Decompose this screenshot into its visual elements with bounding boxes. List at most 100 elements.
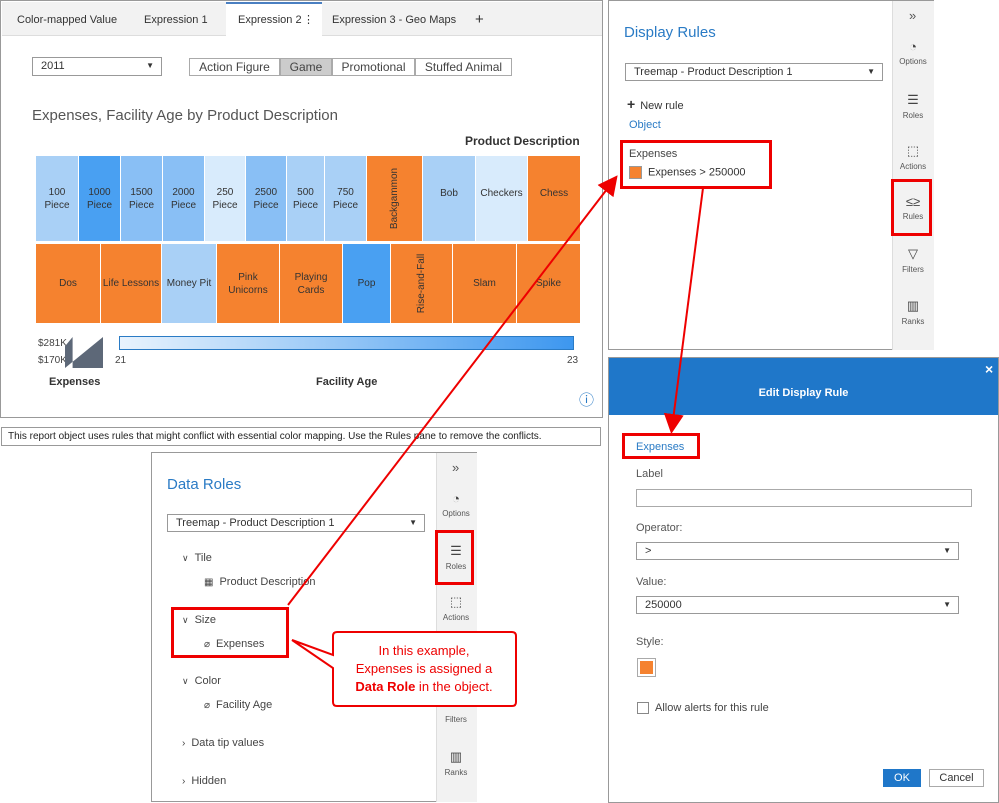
tile-label: Slam xyxy=(473,278,496,289)
tile-chess[interactable]: Chess xyxy=(528,156,580,241)
tile-spike[interactable]: Spike xyxy=(517,244,580,323)
tile-label: Backgammon xyxy=(389,167,401,230)
tab-expression-2[interactable]: Expression 2 ⋮ xyxy=(226,2,322,36)
close-icon[interactable]: × xyxy=(985,361,993,377)
tile-pop[interactable]: Pop xyxy=(343,244,390,323)
chevron-down-icon: ▼ xyxy=(943,600,951,609)
value-select[interactable]: 250000 ▼ xyxy=(636,596,959,614)
tab-color-mapped-value[interactable]: Color-mapped Value xyxy=(5,2,129,36)
tile-bob[interactable]: Bob xyxy=(423,156,475,241)
measure-icon: ⌀ xyxy=(204,700,211,711)
size-legend-shape xyxy=(65,337,103,368)
button-game[interactable]: Game xyxy=(280,58,332,76)
allow-alerts-checkbox[interactable]: Allow alerts for this rule xyxy=(637,702,769,715)
style-label: Style: xyxy=(636,636,664,648)
button-promotional[interactable]: Promotional xyxy=(332,58,415,76)
tile-item[interactable]: ▦ Product Description xyxy=(204,576,315,588)
cursor-icon: ⬚ xyxy=(449,594,463,609)
tile-label: Pink Unicorns xyxy=(228,271,268,296)
ok-button[interactable]: OK xyxy=(883,769,921,787)
cancel-button[interactable]: Cancel xyxy=(929,769,984,787)
tab-menu-icon[interactable]: ⋮ xyxy=(303,4,314,36)
display-rules-object-select[interactable]: Treemap - Product Description 1 ▼ xyxy=(625,63,883,81)
side-options[interactable]: ◔ Options xyxy=(437,491,475,518)
year-select[interactable]: 2011 ▼ xyxy=(32,57,162,76)
label-input[interactable] xyxy=(636,489,972,507)
tile-playing-cards[interactable]: Playing Cards xyxy=(280,244,342,323)
side-filters[interactable]: ▽ Filters xyxy=(894,246,932,274)
tile-life-lessons[interactable]: Life Lessons xyxy=(101,244,161,323)
object-link[interactable]: Object xyxy=(629,119,661,131)
plus-icon: + xyxy=(627,96,636,112)
tile-section[interactable]: ∨ Tile xyxy=(182,552,212,564)
tile-rise-and-fall[interactable]: Rise-and-Fall xyxy=(391,244,452,323)
chevron-down-icon: ▼ xyxy=(943,546,951,555)
display-rules-object-value: Treemap - Product Description 1 xyxy=(634,66,793,78)
operator-select[interactable]: > ▼ xyxy=(636,542,959,560)
tile-label: Rise-and-Fall xyxy=(416,253,427,314)
tile-money-pit[interactable]: Money Pit xyxy=(162,244,216,323)
tile-label: 250 Piece xyxy=(212,186,238,211)
tile-500-piece[interactable]: 500 Piece xyxy=(287,156,324,241)
side-ranks[interactable]: ▥ Ranks xyxy=(894,298,932,326)
tile-label: 2500 Piece xyxy=(253,186,279,211)
tile-label: Life Lessons xyxy=(102,278,160,289)
rules-tab-highlight-box xyxy=(891,179,932,236)
side-roles[interactable]: ☰ Roles xyxy=(894,92,932,120)
collapse-icon[interactable]: » xyxy=(909,8,916,23)
tile-backgammon[interactable]: Backgammon xyxy=(367,156,422,241)
tile-label: 500 Piece xyxy=(292,186,318,211)
tile-1000-piece[interactable]: 1000 Piece xyxy=(79,156,120,241)
tile-dos[interactable]: Dos xyxy=(36,244,100,323)
tile-checkers[interactable]: Checkers xyxy=(476,156,527,241)
side-filters[interactable]: Filters xyxy=(437,715,475,724)
tile-slam[interactable]: Slam xyxy=(453,244,516,323)
side-filters-label: Filters xyxy=(445,715,467,724)
tile-2500-piece[interactable]: 2500 Piece xyxy=(246,156,286,241)
tile-label: Dos xyxy=(59,278,77,289)
side-options[interactable]: ◔ Options xyxy=(894,39,932,66)
palette-icon: ◔ xyxy=(452,491,460,506)
button-action-figure[interactable]: Action Figure xyxy=(189,58,280,76)
hidden-section-label: Hidden xyxy=(191,775,227,787)
color-item[interactable]: ⌀ Facility Age xyxy=(204,699,272,711)
tile-pink-unicorns[interactable]: Pink Unicorns xyxy=(217,244,279,323)
tile-label: Pop xyxy=(357,278,376,289)
info-icon[interactable]: ⓘ xyxy=(579,389,594,410)
tile-750-piece[interactable]: 750 Piece xyxy=(325,156,366,241)
warning-text: This report object uses rules that might… xyxy=(8,431,542,442)
chart-title: Expenses, Facility Age by Product Descri… xyxy=(32,107,338,124)
collapse-icon[interactable]: » xyxy=(452,460,459,475)
new-rule-button[interactable]: + New rule xyxy=(627,96,684,112)
filter-icon: ▽ xyxy=(908,246,918,261)
chevron-down-icon: ▼ xyxy=(146,61,154,70)
chevron-down-icon: ∨ xyxy=(182,676,189,686)
style-swatch[interactable] xyxy=(637,658,656,677)
category-icon: ▦ xyxy=(204,577,214,588)
tab-expression-1[interactable]: Expression 1 xyxy=(132,2,220,36)
side-actions[interactable]: ⬚ Actions xyxy=(894,143,932,171)
edit-rule-dialog: Edit Display Rule × Expenses Label Opera… xyxy=(608,357,999,803)
side-ranks[interactable]: ▥ Ranks xyxy=(437,749,475,777)
side-ranks-label: Ranks xyxy=(901,317,925,326)
callout-line2: Expenses is assigned a xyxy=(355,661,493,676)
color-item-label: Facility Age xyxy=(216,699,273,711)
tile-250-piece[interactable]: 250 Piece xyxy=(205,156,245,241)
datatip-section[interactable]: › Data tip values xyxy=(182,737,264,749)
chevron-down-icon: ▼ xyxy=(409,518,417,527)
side-options-label: Options xyxy=(442,509,470,518)
button-stuffed-animal[interactable]: Stuffed Animal xyxy=(415,58,512,76)
add-tab-icon[interactable]: + xyxy=(463,2,496,36)
hidden-section[interactable]: › Hidden xyxy=(182,775,226,787)
tile-2000-piece[interactable]: 2000 Piece xyxy=(163,156,204,241)
size-legend-min: $170K xyxy=(38,355,67,366)
color-section[interactable]: ∨ Color xyxy=(182,675,221,687)
tile-section-label: Tile xyxy=(194,552,212,564)
roles-tab-highlight-box xyxy=(435,530,474,585)
data-roles-object-select[interactable]: Treemap - Product Description 1 ▼ xyxy=(167,514,425,532)
tab-expression-3[interactable]: Expression 3 - Geo Maps xyxy=(320,2,468,36)
ranks-icon: ▥ xyxy=(449,749,463,764)
tile-100-piece[interactable]: 100 Piece xyxy=(36,156,78,241)
side-actions[interactable]: ⬚ Actions xyxy=(437,594,475,622)
tile-1500-piece[interactable]: 1500 Piece xyxy=(121,156,162,241)
